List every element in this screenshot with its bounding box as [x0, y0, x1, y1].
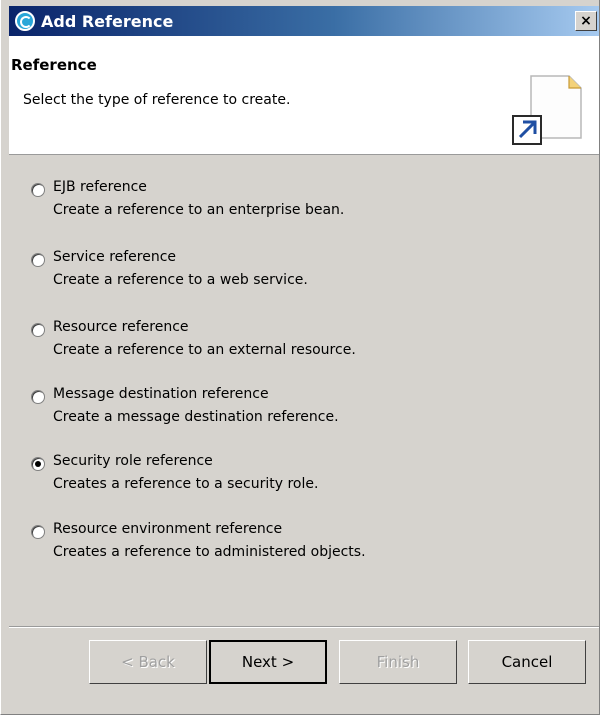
option-description: Create a message destination reference. — [53, 409, 339, 425]
cancel-button[interactable]: Cancel — [468, 640, 586, 684]
radio-resource-reference[interactable] — [31, 323, 45, 337]
finish-button[interactable]: Finish — [339, 640, 457, 684]
option-label[interactable]: Resource environment reference — [53, 521, 282, 537]
radio-resource-environment-reference[interactable] — [31, 525, 45, 539]
wizard-header: Reference Select the type of reference t… — [9, 36, 599, 155]
option-label[interactable]: Service reference — [53, 249, 176, 265]
option-label[interactable]: EJB reference — [53, 179, 147, 195]
button-bar-separator — [9, 626, 599, 628]
option-label[interactable]: Resource reference — [53, 319, 189, 335]
next-button[interactable]: Next > — [209, 640, 327, 684]
radio-message-destination-reference[interactable] — [31, 390, 45, 404]
radio-ejb-reference[interactable] — [31, 183, 45, 197]
reference-type-options: EJB reference Create a reference to an e… — [9, 155, 599, 625]
option-description: Creates a reference to administered obje… — [53, 544, 366, 560]
option-description: Create a reference to an enterprise bean… — [53, 202, 345, 218]
window-title: Add Reference — [41, 11, 174, 31]
option-description: Create a reference to an external resour… — [53, 342, 356, 358]
option-label[interactable]: Message destination reference — [53, 386, 269, 402]
option-label[interactable]: Security role reference — [53, 453, 213, 469]
new-reference-document-icon — [512, 75, 582, 145]
page-title: Reference — [11, 56, 97, 74]
add-reference-dialog: Add Reference × Reference Select the typ… — [0, 0, 600, 715]
title-bar[interactable]: Add Reference × — [9, 6, 599, 36]
option-description: Create a reference to a web service. — [53, 272, 308, 288]
radio-security-role-reference[interactable] — [31, 457, 45, 471]
close-button[interactable]: × — [575, 11, 597, 31]
back-button[interactable]: < Back — [89, 640, 207, 684]
option-description: Creates a reference to a security role. — [53, 476, 319, 492]
page-description: Select the type of reference to create. — [23, 92, 291, 108]
app-icon — [15, 11, 35, 31]
radio-service-reference[interactable] — [31, 253, 45, 267]
